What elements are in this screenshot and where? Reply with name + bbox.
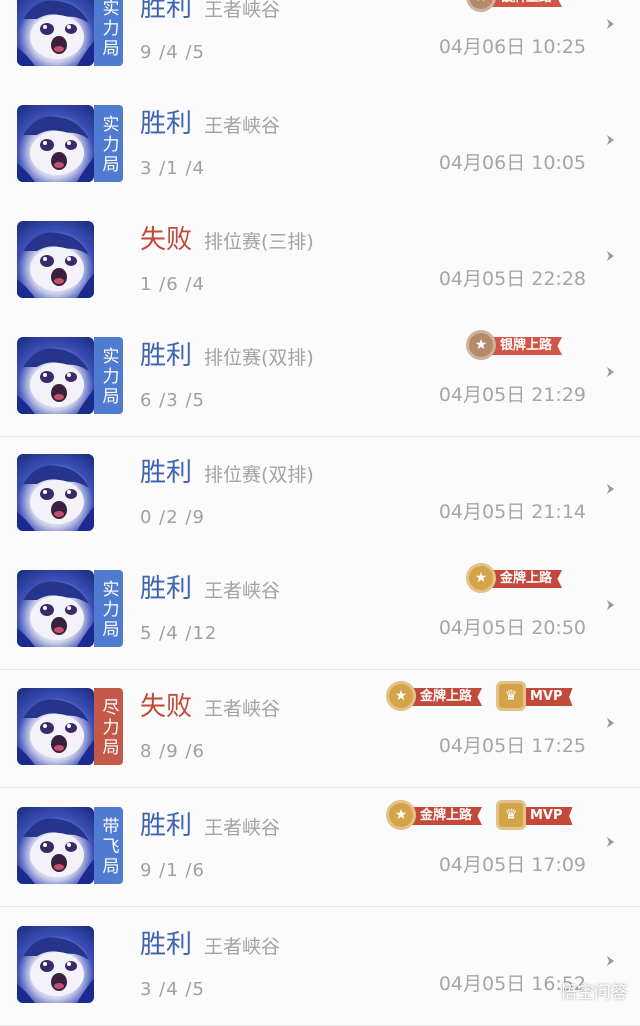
mvp-badge: MVP♛ — [496, 681, 570, 711]
kda-score: 3 /4 /5 — [140, 978, 205, 1002]
match-tag: 实力局 — [94, 0, 123, 66]
chevron-right-icon[interactable] — [604, 834, 618, 848]
match-tag: 实力局 — [94, 570, 123, 647]
match-row[interactable]: 实力局胜利排位赛(双排) 6 /3 /5 04月05日 21:29 银牌上路★ — [0, 320, 640, 437]
match-tag: 尽力局 — [94, 688, 123, 765]
match-row[interactable]: 带飞局胜利王者峡谷9 /1 /604月05日 17:09金牌上路★MVP♛ — [0, 790, 640, 907]
star-medal-icon: ★ — [466, 0, 496, 12]
match-time: 04月05日 17:09 — [439, 852, 586, 878]
match-result: 失败 — [140, 690, 192, 724]
kda-score: 8 /9 /6 — [140, 740, 205, 764]
chevron-right-icon[interactable] — [604, 715, 618, 729]
hero-avatar — [17, 221, 94, 298]
chevron-right-icon[interactable] — [604, 132, 618, 146]
match-tag: 实力局 — [94, 105, 123, 182]
badge-group: 金牌上路★MVP♛ — [386, 681, 570, 713]
hero-avatar — [17, 454, 94, 531]
mvp-badge: MVP♛ — [496, 800, 570, 830]
hero-avatar — [17, 688, 94, 765]
game-mode: 王者峡谷 — [204, 815, 280, 841]
match-result: 胜利 — [140, 0, 192, 25]
match-result: 胜利 — [140, 572, 192, 606]
watermark: 悟空问答 — [560, 978, 628, 1003]
game-mode: 王者峡谷 — [204, 934, 280, 960]
star-medal-icon: ★ — [386, 800, 416, 830]
game-mode: 排位赛(双排) — [204, 462, 314, 488]
badge-label: 银牌上路 — [486, 0, 562, 7]
match-result: 胜利 — [140, 339, 192, 373]
match-time: 04月05日 21:29 — [439, 382, 586, 408]
chevron-right-icon[interactable] — [604, 953, 618, 967]
hero-avatar — [17, 807, 94, 884]
match-time: 04月05日 20:50 — [439, 615, 586, 641]
match-row[interactable]: 胜利王者峡谷3 /4 /504月05日 16:52 — [0, 909, 640, 1026]
hero-avatar — [17, 570, 94, 647]
medal-badge: 银牌上路★ — [466, 0, 570, 12]
match-row[interactable]: 尽力局失败王者峡谷8 /9 /604月05日 17:25金牌上路★MVP♛ — [0, 671, 640, 788]
badge-group: 银牌上路★ — [466, 330, 570, 362]
hero-avatar — [17, 105, 94, 182]
medal-badge: 金牌上路★ — [386, 681, 490, 711]
match-result: 胜利 — [140, 107, 192, 141]
game-mode: 王者峡谷 — [204, 0, 280, 23]
chevron-right-icon[interactable] — [604, 481, 618, 495]
match-time: 04月05日 17:25 — [439, 733, 586, 759]
kda-score: 9 /1 /6 — [140, 859, 205, 883]
kda-score: 3 /1 /4 — [140, 157, 205, 181]
match-row[interactable]: 实力局胜利王者峡谷 3 /1 /4 04月06日 10:05 — [0, 88, 640, 205]
chevron-right-icon[interactable] — [604, 16, 618, 30]
badge-label: 金牌上路 — [406, 688, 482, 706]
badge-label: 银牌上路 — [486, 337, 562, 355]
match-time: 04月05日 22:28 — [439, 266, 586, 292]
match-result: 胜利 — [140, 928, 192, 962]
star-medal-icon: ★ — [466, 563, 496, 593]
match-result: 胜利 — [140, 456, 192, 490]
match-time: 04月06日 10:05 — [439, 150, 586, 176]
star-medal-icon: ★ — [466, 330, 496, 360]
match-row[interactable]: 失败排位赛(三排) 1 /6 /4 04月05日 22:28 — [0, 204, 640, 321]
hero-avatar — [17, 0, 94, 66]
match-tag: 带飞局 — [94, 807, 123, 884]
trophy-icon: ♛ — [496, 800, 526, 830]
match-row[interactable]: 实力局胜利王者峡谷 5 /4 /12 04月05日 20:50 金牌上路★ — [0, 553, 640, 670]
kda-score: 6 /3 /5 — [140, 389, 205, 413]
chevron-right-icon[interactable] — [604, 248, 618, 262]
match-result: 胜利 — [140, 809, 192, 843]
kda-score: 1 /6 /4 — [140, 273, 205, 297]
game-mode: 王者峡谷 — [204, 696, 280, 722]
game-mode: 排位赛(三排) — [204, 229, 314, 255]
star-medal-icon: ★ — [386, 681, 416, 711]
badge-label: 金牌上路 — [486, 570, 562, 588]
medal-badge: 金牌上路★ — [466, 563, 570, 593]
kda-score: 5 /4 /12 — [140, 622, 217, 646]
match-history-list: 实力局胜利王者峡谷9 /4 /504月06日 10:25银牌上路★实力局胜利王者… — [0, 0, 640, 1011]
game-mode: 王者峡谷 — [204, 578, 280, 604]
kda-score: 9 /4 /5 — [140, 41, 205, 65]
match-tag: 实力局 — [94, 337, 123, 414]
medal-badge: 金牌上路★ — [386, 800, 490, 830]
chevron-right-icon[interactable] — [604, 597, 618, 611]
game-mode: 排位赛(双排) — [204, 345, 314, 371]
kda-score: 0 /2 /9 — [140, 506, 205, 530]
chevron-right-icon[interactable] — [604, 364, 618, 378]
badge-group: 银牌上路★ — [466, 0, 570, 14]
game-mode: 王者峡谷 — [204, 113, 280, 139]
match-row[interactable]: 胜利排位赛(双排) 0 /2 /9 04月05日 21:14 — [0, 437, 640, 554]
badge-group: 金牌上路★MVP♛ — [386, 800, 570, 832]
match-time: 04月06日 10:25 — [439, 34, 586, 60]
match-result: 失败 — [140, 223, 192, 257]
match-row[interactable]: 实力局胜利王者峡谷 9 /4 /5 04月06日 10:25 银牌上路★ — [0, 0, 640, 89]
medal-badge: 银牌上路★ — [466, 330, 570, 360]
badge-label: 金牌上路 — [406, 807, 482, 825]
hero-avatar — [17, 926, 94, 1003]
hero-avatar — [17, 337, 94, 414]
trophy-icon: ♛ — [496, 681, 526, 711]
badge-group: 金牌上路★ — [466, 563, 570, 595]
match-time: 04月05日 21:14 — [439, 499, 586, 525]
